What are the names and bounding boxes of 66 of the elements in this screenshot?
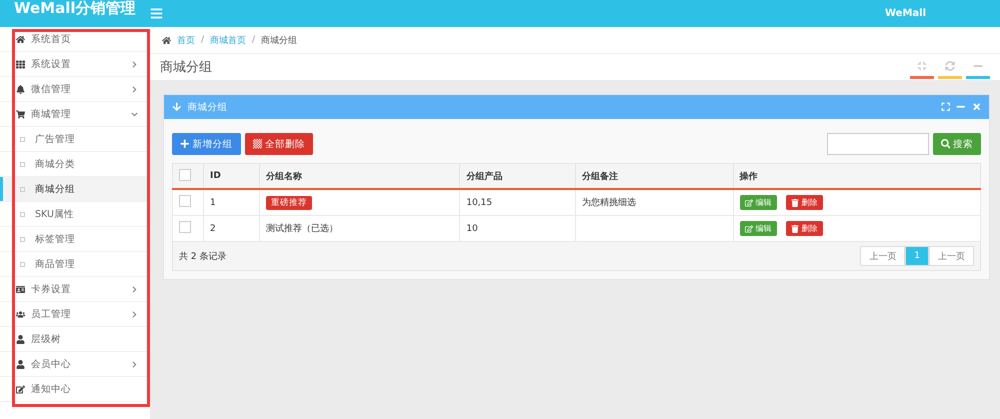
search-button[interactable]: 搜索 (932, 133, 981, 155)
bullet-icon (20, 162, 25, 166)
plus-icon (180, 139, 190, 149)
bullet-icon (20, 136, 25, 142)
delete-all-button[interactable]: 全部删除 (244, 133, 313, 155)
checkbox[interactable] (179, 221, 191, 233)
page-button[interactable]: 上一页 (860, 246, 906, 266)
table-cell: 为您精挑细选 (575, 189, 734, 216)
add-button[interactable]: 新增分组 (172, 133, 240, 155)
checker-icon (252, 139, 262, 149)
page-title: 商城分组 (160, 59, 213, 76)
bullet-icon (20, 262, 25, 266)
table-cell: 1 (204, 189, 260, 216)
arrow-down-icon (172, 102, 182, 112)
checkbox[interactable] (179, 195, 191, 207)
tag: 重磅推荐 (266, 196, 312, 210)
bullet-icon (20, 186, 25, 192)
checkbox[interactable] (179, 168, 191, 180)
breadcrumb-separator: / (201, 35, 204, 45)
record-count: 共 2 条记录 (179, 250, 228, 262)
chevron-right-icon (131, 360, 138, 368)
bullet-icon (20, 212, 25, 216)
column-header: 操作 (733, 164, 980, 189)
table-cell: 测试推荐（已选） (266, 224, 338, 234)
panel-title: 商城分组 (188, 100, 228, 114)
trash-icon (790, 198, 799, 206)
column-header: 分组名称 (260, 164, 460, 189)
breadcrumb-separator: / (252, 35, 256, 45)
home-icon (162, 36, 171, 44)
delete-button[interactable]: 删除 (786, 195, 823, 210)
chevron-right-icon (131, 86, 138, 92)
users-icon (16, 310, 25, 318)
cart-icon (16, 110, 25, 118)
compress-icon (917, 60, 927, 70)
edit-icon (744, 224, 753, 232)
chevron-right-icon (131, 60, 138, 68)
edit-icon (744, 198, 753, 206)
grid-icon (16, 60, 25, 68)
sidebar-subitem[interactable]: 商城分组 (0, 177, 150, 202)
app-title: WeMall分销管理 (14, 0, 136, 18)
chevron-down-icon (131, 110, 138, 118)
column-header: ID (204, 164, 260, 189)
search-icon (940, 139, 950, 149)
trash-icon (790, 224, 799, 232)
edit-icon (16, 384, 25, 394)
breadcrumb-current: 商城分组 (261, 34, 298, 46)
table-cell: 10,15 (460, 189, 576, 216)
column-header: 分组产品 (460, 164, 576, 189)
card-icon (16, 284, 25, 294)
person-icon (16, 334, 25, 344)
delete-button[interactable]: 删除 (786, 221, 823, 236)
menu-icon[interactable] (150, 7, 163, 20)
edit-button[interactable]: 编辑 (740, 221, 777, 236)
refresh-icon (945, 60, 955, 70)
column-header: 分组备注 (575, 164, 734, 189)
search-field[interactable] (826, 133, 928, 155)
close-icon[interactable] (972, 102, 981, 112)
page-button[interactable]: 上一页 (929, 246, 974, 266)
person-icon (16, 360, 25, 368)
home-icon (16, 34, 25, 44)
chevron-right-icon (131, 310, 138, 318)
chevron-right-icon (131, 286, 138, 292)
edit-button[interactable]: 编辑 (740, 195, 777, 210)
expand-icon[interactable] (940, 102, 950, 112)
bell-icon (16, 84, 25, 94)
bullet-icon (20, 236, 25, 242)
